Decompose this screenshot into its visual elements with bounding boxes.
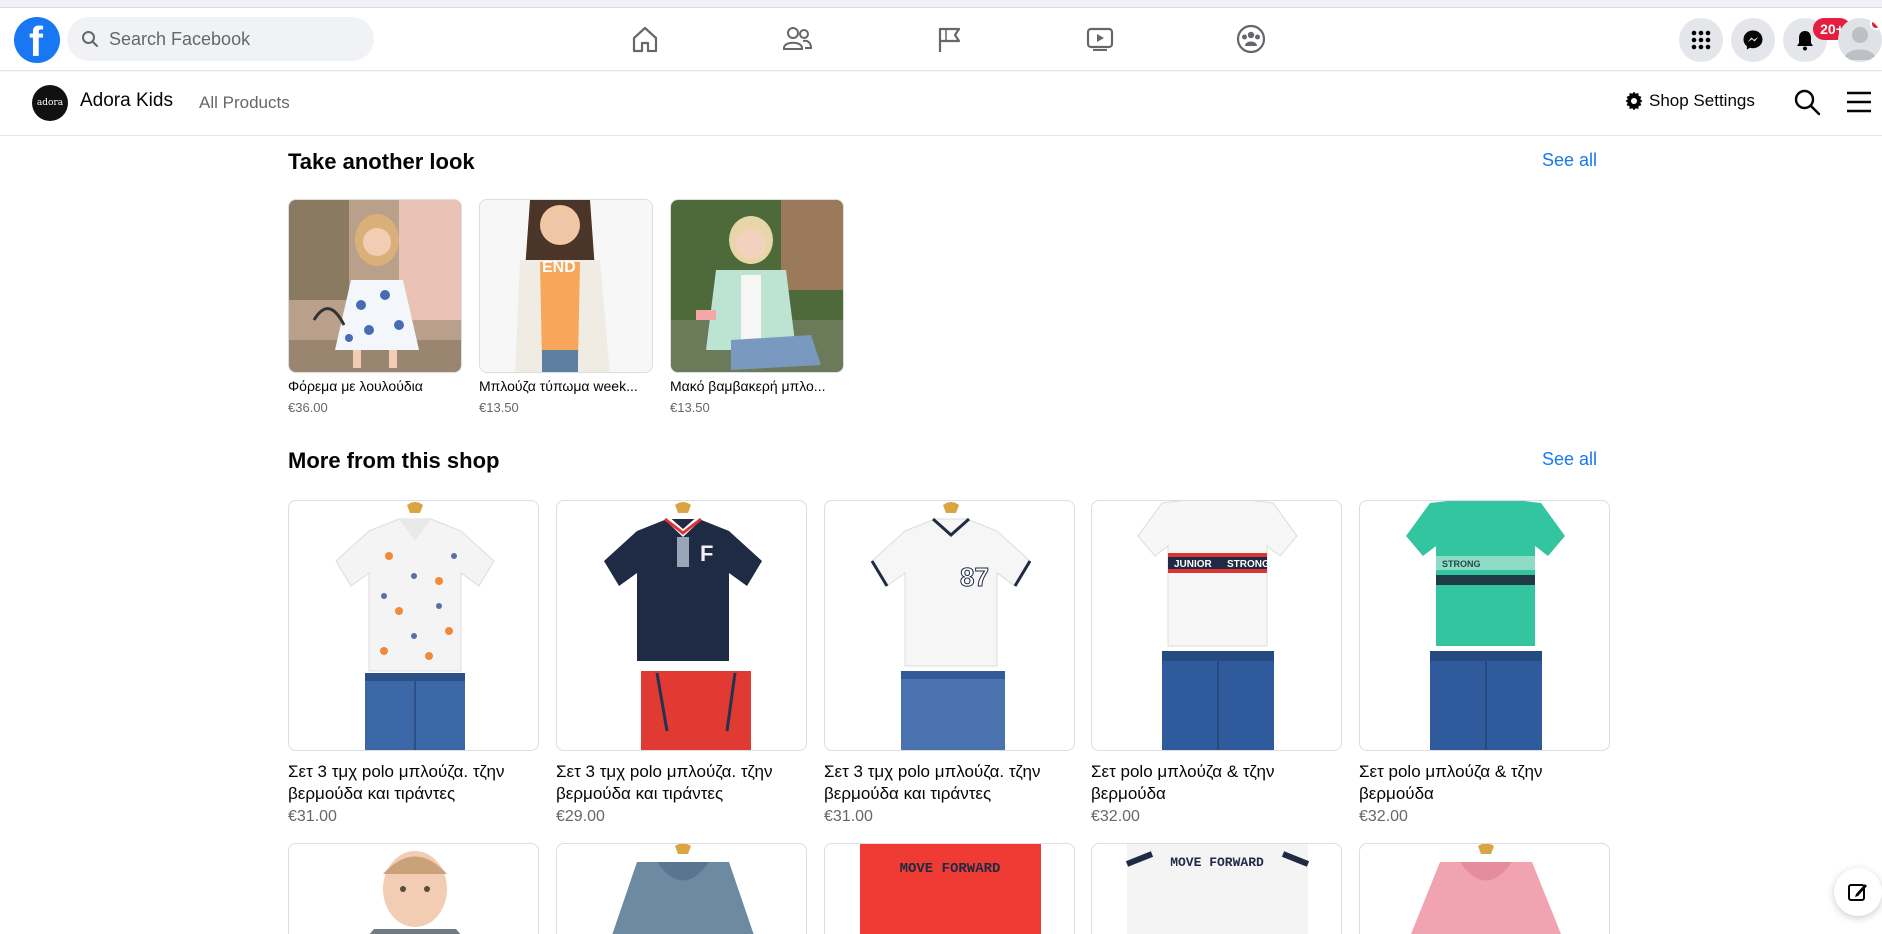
facebook-logo[interactable]: f [14, 17, 60, 65]
svg-text:F: F [700, 541, 713, 566]
recent-product-card[interactable]: Φόρεμα με λουλούδια €36.00 [288, 199, 462, 415]
search-box[interactable] [67, 17, 374, 61]
product-photo: END [479, 199, 653, 373]
bell-icon [1797, 31, 1813, 51]
grid-menu-icon [1691, 30, 1711, 50]
more-from-shop-see-all[interactable]: See all [1542, 449, 1597, 470]
search-icon [1794, 89, 1821, 116]
product-photo [670, 199, 844, 373]
svg-text:JUNIOR: JUNIOR [1174, 559, 1213, 570]
hamburger-menu-icon [1847, 91, 1871, 113]
browser-top-edge [0, 0, 1882, 8]
svg-text:MOVE FORWARD: MOVE FORWARD [900, 861, 1001, 877]
product-photo: 87 [824, 500, 1075, 751]
product-photo [288, 199, 462, 373]
shop-name[interactable]: Adora Kids [80, 90, 173, 112]
shop-product-card[interactable]: Σετ 3 τμχ polo μπλούζα. τζην βερμούδα κα… [288, 500, 539, 826]
gear-icon [1625, 92, 1643, 110]
shop-product-card[interactable]: MOVE FORWARD [1091, 843, 1342, 934]
shop-product-card[interactable] [1359, 843, 1610, 934]
product-price: €32.00 [1359, 808, 1408, 825]
shop-settings-label: Shop Settings [1649, 91, 1755, 110]
product-price: €13.50 [670, 400, 710, 415]
shop-search-button[interactable] [1793, 88, 1821, 121]
shop-menu-button[interactable] [1846, 90, 1872, 119]
svg-text:END: END [542, 259, 576, 276]
new-message-button[interactable] [1834, 868, 1882, 916]
shop-product-card[interactable] [288, 843, 539, 934]
compose-icon [1848, 884, 1867, 901]
all-products-link[interactable]: All Products [199, 93, 290, 113]
product-photo: STRONG [1359, 500, 1610, 751]
messenger-icon [1743, 30, 1763, 50]
shop-product-card[interactable]: STRONG Σετ polo μπλούζα & τζην βερμούδα … [1359, 500, 1610, 826]
product-price: €29.00 [556, 808, 605, 825]
messenger-button[interactable] [1731, 18, 1775, 62]
product-price: €32.00 [1091, 808, 1140, 825]
product-name: Σετ polo μπλούζα & τζην βερμούδα [1091, 762, 1275, 803]
shop-header: adora Adora Kids All Products Shop Setti… [0, 72, 1882, 136]
shop-product-card[interactable]: F Σετ 3 τμχ polo μπλούζα. τζην βερμούδα … [556, 500, 807, 826]
shop-settings-button[interactable]: Shop Settings [1625, 91, 1755, 111]
shop-product-card[interactable]: JUNIOR STRONG Σετ polo μπλούζα & τζην βε… [1091, 500, 1342, 826]
product-name: Σετ 3 τμχ polo μπλούζα. τζην βερμούδα κα… [288, 762, 505, 803]
friends-icon[interactable] [777, 21, 817, 57]
product-name: Φόρεμα με λουλούδια [288, 378, 423, 394]
status-dot [1870, 18, 1882, 30]
svg-text:STRONG: STRONG [1442, 559, 1481, 569]
shop-product-card[interactable]: MOVE FORWARD [824, 843, 1075, 934]
more-from-shop-title: More from this shop [288, 448, 500, 473]
product-price: €13.50 [479, 400, 519, 415]
recent-product-card[interactable]: END Μπλούζα τύπωμα week... €13.50 [479, 199, 653, 415]
groups-icon[interactable] [1231, 21, 1271, 57]
account-avatar[interactable] [1838, 18, 1882, 62]
svg-text:STRONG: STRONG [1227, 559, 1270, 570]
svg-text:87: 87 [960, 562, 989, 592]
product-name: Σετ 3 τμχ polo μπλούζα. τζην βερμούδα κα… [556, 762, 773, 803]
facebook-top-bar: f 20+ [0, 8, 1882, 71]
shop-product-card[interactable] [556, 843, 807, 934]
product-name: Σετ 3 τμχ polo μπλούζα. τζην βερμούδα κα… [824, 762, 1041, 803]
product-name: Σετ polo μπλούζα & τζην βερμούδα [1359, 762, 1543, 803]
svg-text:MOVE FORWARD: MOVE FORWARD [1170, 855, 1264, 870]
product-photo: F [556, 500, 807, 751]
menu-button[interactable] [1679, 18, 1723, 62]
watch-video-icon[interactable] [1080, 21, 1120, 57]
search-icon [82, 31, 98, 47]
shop-product-card[interactable]: 87 Σετ 3 τμχ polo μπλούζα. τζην βερμούδα… [824, 500, 1075, 826]
product-price: €31.00 [288, 808, 337, 825]
product-name: Μακό βαμβακερή μπλο... [670, 378, 826, 394]
pages-flag-icon[interactable] [929, 21, 969, 57]
product-photo [288, 500, 539, 751]
take-another-look-title: Take another look [288, 149, 475, 174]
recent-product-card[interactable]: Μακό βαμβακερή μπλο... €13.50 [670, 199, 844, 415]
shop-logo[interactable]: adora [32, 85, 68, 121]
product-price: €31.00 [824, 808, 873, 825]
search-input[interactable] [109, 28, 349, 50]
home-icon[interactable] [625, 21, 665, 57]
product-photo: JUNIOR STRONG [1091, 500, 1342, 751]
product-name: Μπλούζα τύπωμα week... [479, 378, 638, 394]
take-another-look-see-all[interactable]: See all [1542, 150, 1597, 171]
product-price: €36.00 [288, 400, 328, 415]
